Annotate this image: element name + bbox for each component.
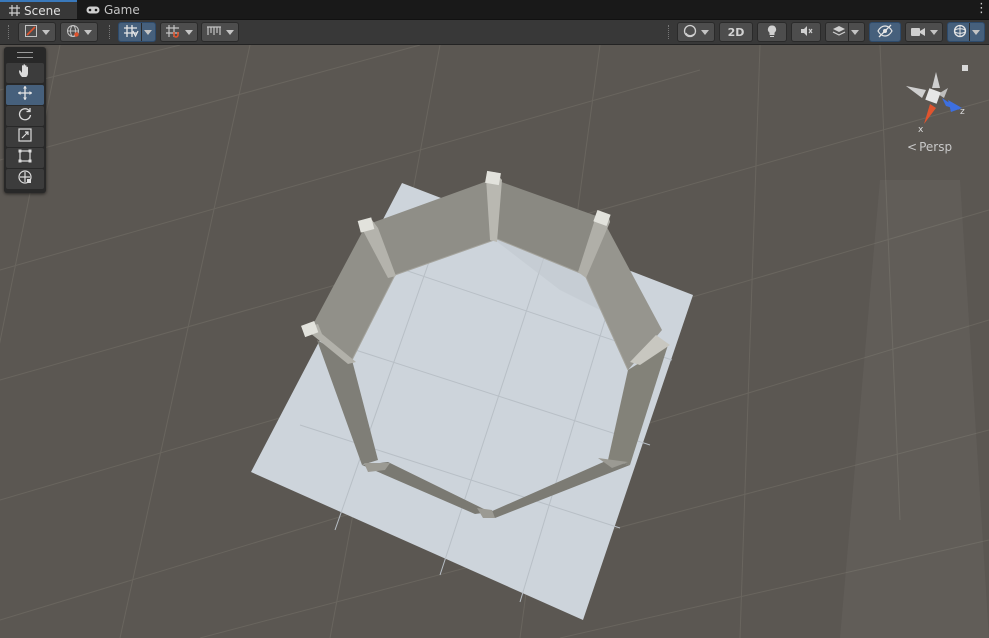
tab-game[interactable]: Game <box>80 0 150 19</box>
rotate-icon <box>17 106 33 126</box>
button-separator <box>140 23 142 41</box>
draw-mode-dropdown[interactable] <box>18 22 56 42</box>
chevron-down-icon <box>226 29 234 35</box>
perspective-chevron-icon: < <box>907 140 918 154</box>
gizmo-z-label: z <box>960 107 965 117</box>
rect-tool-button[interactable] <box>6 148 44 168</box>
scene-visibility-toggle[interactable] <box>869 22 901 42</box>
projection-label: Persp <box>919 140 953 154</box>
projection-toggle[interactable]: < Persp <box>907 140 952 154</box>
tab-scene-label: Scene <box>24 3 61 18</box>
camera-icon <box>910 23 926 42</box>
rect-transform-icon <box>17 148 33 168</box>
rotate-tool-button[interactable] <box>6 106 44 126</box>
transform-all-icon <box>17 169 33 189</box>
2d-toggle-button[interactable]: 2D <box>719 22 753 42</box>
gizmo-x-label: x <box>918 125 924 135</box>
camera-settings-dropdown[interactable] <box>905 22 943 42</box>
chevron-down-icon <box>701 29 709 35</box>
eye-hidden-icon <box>877 23 893 42</box>
move-arrows-icon <box>17 85 33 105</box>
gamepad-icon <box>86 4 100 16</box>
transform-tool-button[interactable] <box>6 169 44 189</box>
scene-toolbar: 2D <box>0 20 989 45</box>
gizmos-dropdown[interactable] <box>947 22 985 42</box>
magnet-grid-icon <box>165 23 181 42</box>
gizmo-lock-icon <box>962 65 968 71</box>
chevron-down-icon <box>42 29 50 35</box>
more-options-icon[interactable]: ⋮ <box>975 2 988 16</box>
grid-visibility-toggle[interactable] <box>118 22 156 42</box>
grid-snapping-dropdown[interactable] <box>160 22 198 42</box>
grid-icon <box>8 5 20 17</box>
tab-scene[interactable]: Scene <box>0 0 77 19</box>
tab-game-label: Game <box>104 2 140 17</box>
button-separator <box>968 23 970 41</box>
chevron-down-icon <box>930 29 938 35</box>
toolbar-grip-right[interactable] <box>668 25 671 39</box>
camera-frustum-hint <box>840 180 989 638</box>
ruler-icon <box>206 23 222 42</box>
draw-mode-icon <box>24 23 38 42</box>
toolbar-grip-middle[interactable] <box>109 25 112 39</box>
unity-scene-window: Scene Game ⋮ 2D x z < Persp <box>0 0 989 638</box>
speaker-muted-icon <box>799 23 813 42</box>
audio-toggle-button[interactable] <box>791 22 821 42</box>
lightbulb-icon <box>765 23 779 42</box>
hand-tool-button[interactable] <box>6 63 44 83</box>
shading-mode-dropdown[interactable] <box>677 22 715 42</box>
layers-effects-icon <box>832 23 846 42</box>
move-tool-button[interactable] <box>6 85 44 105</box>
increment-snapping-dropdown[interactable] <box>201 22 239 42</box>
tab-bar: Scene Game ⋮ <box>0 0 989 20</box>
tools-overlay <box>4 47 46 193</box>
chevron-down-icon <box>185 29 193 35</box>
button-separator <box>847 23 849 41</box>
grid-snap-icon <box>123 23 139 42</box>
hand-icon <box>17 63 33 83</box>
sphere-shading-icon <box>683 23 697 42</box>
overlay-grip-handle[interactable] <box>17 52 33 58</box>
2d-toggle-label: 2D <box>727 25 745 39</box>
render-mode-dropdown[interactable] <box>60 22 98 42</box>
chevron-down-icon <box>850 29 859 35</box>
effects-dropdown[interactable] <box>825 22 865 42</box>
gizmo-sphere-icon <box>953 23 967 42</box>
chevron-down-icon <box>143 29 152 35</box>
scene-viewport[interactable] <box>0 45 989 638</box>
lighting-toggle-button[interactable] <box>757 22 787 42</box>
globe-icon <box>66 23 80 42</box>
chevron-down-icon <box>84 29 92 35</box>
scale-icon <box>17 127 33 147</box>
scene-render <box>0 45 989 638</box>
scale-tool-button[interactable] <box>6 127 44 147</box>
chevron-down-icon <box>971 29 980 35</box>
toolbar-grip-left[interactable] <box>8 25 11 39</box>
